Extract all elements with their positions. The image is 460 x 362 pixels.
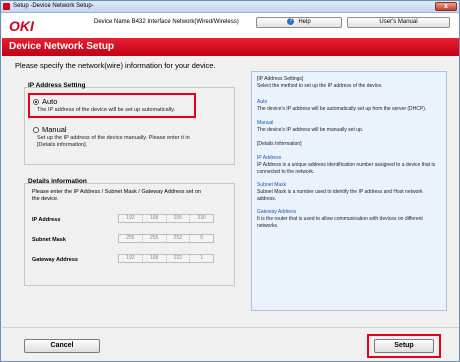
radio-unselected-icon[interactable] — [33, 126, 39, 133]
setup-window: Setup -Device Network Setup- x OKI Devic… — [0, 0, 460, 362]
gateway-octet: 192 — [119, 255, 143, 262]
details-label: Details information — [28, 178, 87, 185]
subnet-mask-field: 255 255 252 0 — [118, 234, 214, 243]
help-ip-text: IP Address is a unique address identific… — [257, 162, 436, 175]
page-banner: Device Network Setup — [2, 38, 459, 56]
window-title: Setup -Device Network Setup- — [13, 3, 94, 9]
help-manual-text: The device's IP address will be manually… — [257, 127, 364, 133]
ip-setting-label: IP Address Setting — [28, 82, 86, 89]
help-pane[interactable]: [IP Address Settings] Select the method … — [251, 71, 447, 311]
help-ip-title: IP Address — [257, 155, 282, 161]
gateway-octet: 168 — [143, 255, 167, 262]
ip-octet: 230 — [197, 215, 206, 221]
ip-octet: 192 — [119, 215, 143, 222]
users-manual-label: User's Manual — [379, 19, 418, 25]
subnet-octet: 0 — [200, 235, 204, 241]
help-section-title: [IP Address Settings] — [257, 76, 304, 82]
auto-highlight — [28, 93, 196, 118]
ip-address-field: 192 168 205 230 — [118, 214, 214, 223]
manual-label: Manual — [42, 125, 67, 134]
subnet-octet: 255 — [143, 235, 167, 242]
app-icon — [3, 3, 10, 10]
ip-address-label: IP Address — [32, 217, 61, 223]
gateway-address-label: Gateway Address — [32, 257, 78, 263]
help-manual-title: Manual — [257, 120, 274, 126]
close-button[interactable]: x — [435, 2, 457, 11]
footer-divider — [2, 327, 459, 328]
subnet-octet: 255 — [119, 235, 143, 242]
help-auto-title: Auto — [257, 99, 268, 105]
gateway-octet: 222 — [167, 255, 191, 262]
help-gateway-title: Gateway Address — [257, 209, 297, 215]
help-gateway-text: It is the router that is used to allow c… — [257, 216, 423, 229]
help-details-title: [Details Information] — [257, 141, 302, 147]
instruction-text: Please specify the network(wire) informa… — [15, 61, 216, 70]
cancel-button[interactable]: Cancel — [24, 339, 100, 353]
ip-octet: 205 — [167, 215, 191, 222]
help-auto-text: The device's IP address will be automati… — [257, 106, 427, 112]
help-label: Help — [298, 19, 311, 26]
subnet-octet: 252 — [167, 235, 191, 242]
gateway-address-field: 192 168 222 1 — [118, 254, 214, 263]
subnet-mask-label: Subnet Mask — [32, 237, 66, 243]
close-icon: x — [444, 3, 448, 10]
help-subnet-text: Subnet Mask is a number used to identify… — [257, 189, 423, 202]
manual-description: Set up the IP address of the device manu… — [37, 135, 190, 148]
device-name: Device Name B432 Interface Network(Wired… — [94, 19, 239, 25]
users-manual-button[interactable]: User's Manual — [347, 17, 450, 28]
setup-highlight — [367, 334, 441, 358]
details-text: Please enter the IP Address / Subnet Mas… — [32, 189, 201, 202]
help-section-text: Select the method to set up the IP addre… — [257, 83, 383, 89]
help-subnet-title: Subnet Mask — [257, 182, 287, 188]
help-icon: ? — [287, 18, 295, 25]
manual-radio[interactable]: Manual — [33, 125, 67, 134]
help-button[interactable]: ? Help — [256, 17, 342, 28]
ip-octet: 168 — [143, 215, 167, 222]
gateway-octet: 1 — [200, 255, 204, 261]
header: OKI Device Name B432 Interface Network(W… — [2, 13, 459, 38]
page-title: Device Network Setup — [9, 41, 115, 52]
oki-logo: OKI — [9, 18, 34, 34]
title-bar[interactable]: Setup -Device Network Setup- x — [1, 1, 459, 13]
